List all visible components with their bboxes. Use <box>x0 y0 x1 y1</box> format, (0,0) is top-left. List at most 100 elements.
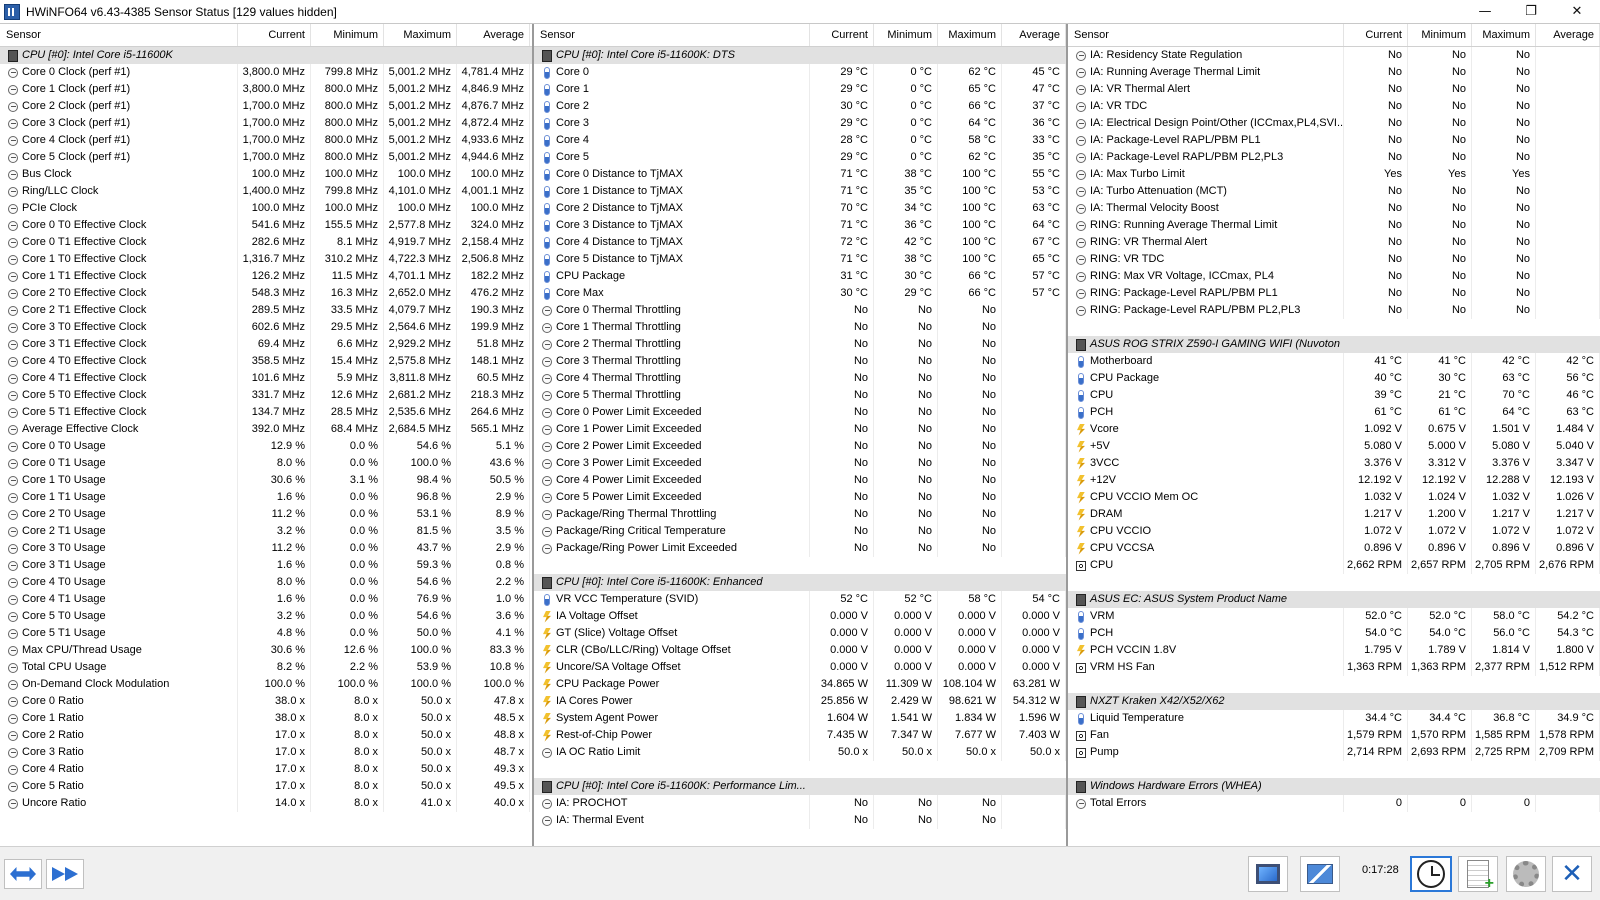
sensor-row[interactable]: +12V 12.192 V 12.192 V 12.288 V 12.193 V <box>1068 472 1600 489</box>
sensor-row[interactable]: Core 0 29 °C 0 °C 62 °C 45 °C <box>534 64 1066 81</box>
column-average[interactable]: Average <box>1536 24 1600 46</box>
column-current[interactable]: Current <box>1344 24 1408 46</box>
minimize-button[interactable]: — <box>1462 0 1508 23</box>
sensor-row[interactable]: Core 3 T1 Effective Clock 69.4 MHz 6.6 MHz… <box>0 336 532 353</box>
sensor-panel-3[interactable]: Sensor Current Minimum Maximum Average I… <box>1066 24 1600 847</box>
sensor-row[interactable]: Core 1 T0 Usage 30.6 % 3.1 % 98.4 % 50.5 % <box>0 472 532 489</box>
sensor-row[interactable]: IA: Residency State Regulation No No No <box>1068 47 1600 64</box>
sensor-row[interactable]: Core 4 Ratio 17.0 x 8.0 x 50.0 x 49.3 x <box>0 761 532 778</box>
network-button[interactable] <box>1300 856 1340 892</box>
sensor-row[interactable]: Package/Ring Critical Temperature No No No <box>534 523 1066 540</box>
sensor-row[interactable]: Core 0 T0 Usage 12.9 % 0.0 % 54.6 % 5.1 % <box>0 438 532 455</box>
sensor-row[interactable]: Package/Ring Thermal Throttling No No No <box>534 506 1066 523</box>
column-sensor[interactable]: Sensor <box>1068 24 1344 46</box>
sensor-row[interactable]: IA: VR TDC No No No <box>1068 98 1600 115</box>
sensor-row[interactable]: Core 4 Thermal Throttling No No No <box>534 370 1066 387</box>
column-maximum[interactable]: Maximum <box>1472 24 1536 46</box>
sensor-row[interactable]: Core 5 Clock (perf #1) 1,700.0 MHz 800.0 M… <box>0 149 532 166</box>
sensor-row[interactable]: Core 3 Clock (perf #1) 1,700.0 MHz 800.0 M… <box>0 115 532 132</box>
sensor-row[interactable]: RING: Package-Level RAPL/PBM PL2,PL3 No No… <box>1068 302 1600 319</box>
sensor-row[interactable]: Core 5 T1 Effective Clock 134.7 MHz 28.5 M… <box>0 404 532 421</box>
sensor-row[interactable]: IA: Package-Level RAPL/PBM PL2,PL3 No No No <box>1068 149 1600 166</box>
close-window-button[interactable]: ✕ <box>1554 0 1600 23</box>
sensor-row[interactable]: Core 1 Ratio 38.0 x 8.0 x 50.0 x 48.5 x <box>0 710 532 727</box>
sensor-row[interactable]: On-Demand Clock Modulation 100.0 % 100.0 %… <box>0 676 532 693</box>
column-maximum[interactable]: Maximum <box>938 24 1002 46</box>
column-average[interactable]: Average <box>457 24 530 46</box>
sensor-row[interactable]: Core 1 Clock (perf #1) 3,800.0 MHz 800.0 M… <box>0 81 532 98</box>
sensor-row[interactable]: Uncore/SA Voltage Offset 0.000 V 0.000 V 0.… <box>534 659 1066 676</box>
sensor-row[interactable]: VRM HS Fan 1,363 RPM 1,363 RPM 2,377 RPM 1,5… <box>1068 659 1600 676</box>
sensor-row[interactable]: Core 1 T1 Effective Clock 126.2 MHz 11.5 M… <box>0 268 532 285</box>
sensor-row[interactable]: VR VCC Temperature (SVID) 52 °C 52 °C 58 °C… <box>534 591 1066 608</box>
sensor-row[interactable]: CPU VCCIO Mem OC 1.032 V 1.024 V 1.032 V 1.0… <box>1068 489 1600 506</box>
sensor-row[interactable]: Core 5 T0 Usage 3.2 % 0.0 % 54.6 % 3.6 % <box>0 608 532 625</box>
sensor-group-header[interactable]: Windows Hardware Errors (WHEA) <box>1068 778 1600 795</box>
sensor-row[interactable]: Core 0 Thermal Throttling No No No <box>534 302 1066 319</box>
sensor-row[interactable]: CPU 39 °C 21 °C 70 °C 46 °C <box>1068 387 1600 404</box>
sensor-row[interactable]: Core Max 30 °C 29 °C 66 °C 57 °C <box>534 285 1066 302</box>
sensor-row[interactable]: IA: Max Turbo Limit Yes Yes Yes <box>1068 166 1600 183</box>
sensor-row[interactable]: Core 1 Distance to TjMAX 71 °C 35 °C 100 °C… <box>534 183 1066 200</box>
sensor-group-header[interactable]: NXZT Kraken X42/X52/X62 <box>1068 693 1600 710</box>
sensor-row[interactable]: Core 0 Clock (perf #1) 3,800.0 MHz 799.8 M… <box>0 64 532 81</box>
column-sensor[interactable]: Sensor <box>0 24 238 46</box>
sensor-row[interactable]: CPU VCCIO 1.072 V 1.072 V 1.072 V 1.072 V <box>1068 523 1600 540</box>
sensor-row[interactable]: Core 4 Clock (perf #1) 1,700.0 MHz 800.0 M… <box>0 132 532 149</box>
sensor-row[interactable]: Pump 2,714 RPM 2,693 RPM 2,725 RPM 2,709 RPM <box>1068 744 1600 761</box>
sensor-row[interactable]: Vcore 1.092 V 0.675 V 1.501 V 1.484 V <box>1068 421 1600 438</box>
sensor-group-header[interactable]: CPU [#0]: Intel Core i5-11600K: Performa… <box>534 778 1066 795</box>
column-minimum[interactable]: Minimum <box>311 24 384 46</box>
sensor-row[interactable]: Core 2 Power Limit Exceeded No No No <box>534 438 1066 455</box>
sensor-row[interactable]: Core 3 Distance to TjMAX 71 °C 36 °C 100 °C… <box>534 217 1066 234</box>
sensor-row[interactable]: Core 4 T1 Effective Clock 101.6 MHz 5.9 MH… <box>0 370 532 387</box>
sensor-row[interactable]: Core 1 Thermal Throttling No No No <box>534 319 1066 336</box>
sensor-row[interactable]: CPU 2,662 RPM 2,657 RPM 2,705 RPM 2,676 RPM <box>1068 557 1600 574</box>
sensor-row[interactable]: Core 3 T1 Usage 1.6 % 0.0 % 59.3 % 0.8 % <box>0 557 532 574</box>
sensor-row[interactable]: Max CPU/Thread Usage 30.6 % 12.6 % 100.0 % 8… <box>0 642 532 659</box>
sensor-row[interactable]: RING: Max VR Voltage, ICCmax, PL4 No No No <box>1068 268 1600 285</box>
sensor-row[interactable]: RING: Running Average Thermal Limit No No N… <box>1068 217 1600 234</box>
sensor-row[interactable]: GT (Slice) Voltage Offset 0.000 V 0.000 V0… <box>534 625 1066 642</box>
sensor-row[interactable]: Rest-of-Chip Power 7.435 W 7.347 W 7.677 W7… <box>534 727 1066 744</box>
sensor-row[interactable]: Core 4 Distance to TjMAX 72 °C 42 °C 100 °C… <box>534 234 1066 251</box>
timer-reset-button[interactable] <box>1410 856 1452 892</box>
sensor-row[interactable]: +5V 5.080 V 5.000 V 5.080 V 5.040 V <box>1068 438 1600 455</box>
column-current[interactable]: Current <box>810 24 874 46</box>
sensor-row[interactable]: IA: VR Thermal Alert No No No <box>1068 81 1600 98</box>
sensor-row[interactable]: CPU Package Power 34.865 W 11.309 W 108.104… <box>534 676 1066 693</box>
sensor-row[interactable]: Core 0 Power Limit Exceeded No No No <box>534 404 1066 421</box>
sensor-row[interactable]: System Agent Power 1.604 W 1.541 W 1.834 W1… <box>534 710 1066 727</box>
sensor-row[interactable]: Core 2 T0 Usage 11.2 % 0.0 % 53.1 % 8.9 % <box>0 506 532 523</box>
sensor-row[interactable]: PCH 54.0 °C 54.0 °C 56.0 °C 54.3 °C <box>1068 625 1600 642</box>
sensor-row[interactable]: Average Effective Clock 392.0 MHz 68.4 MHz… <box>0 421 532 438</box>
sensor-row[interactable]: PCH 61 °C 61 °C 64 °C 63 °C <box>1068 404 1600 421</box>
sensor-row[interactable]: RING: Package-Level RAPL/PBM PL1 No No No <box>1068 285 1600 302</box>
sensor-row[interactable]: Core 2 Clock (perf #1) 1,700.0 MHz 800.0 M… <box>0 98 532 115</box>
sensor-row[interactable]: Core 2 Thermal Throttling No No No <box>534 336 1066 353</box>
sensor-group-header[interactable]: ASUS EC: ASUS System Product Name <box>1068 591 1600 608</box>
column-maximum[interactable]: Maximum <box>384 24 457 46</box>
column-minimum[interactable]: Minimum <box>874 24 938 46</box>
monitor-button[interactable] <box>1248 856 1288 892</box>
sensor-row[interactable]: Core 4 28 °C 0 °C 58 °C 33 °C <box>534 132 1066 149</box>
sensor-row[interactable]: IA: Turbo Attenuation (MCT) No No No <box>1068 183 1600 200</box>
sensor-row[interactable]: Core 3 T0 Effective Clock 602.6 MHz 29.5 M… <box>0 319 532 336</box>
sensor-row[interactable]: IA: Package-Level RAPL/PBM PL1 No No No <box>1068 132 1600 149</box>
sensor-row[interactable]: Core 1 T0 Effective Clock 1,316.7 MHz 310.… <box>0 251 532 268</box>
sensor-group-header[interactable]: ASUS ROG STRIX Z590-I GAMING WIFI (Nuvot… <box>1068 336 1600 353</box>
sensor-row[interactable]: Bus Clock 100.0 MHz 100.0 MHz 100.0 MHz 100.… <box>0 166 532 183</box>
sensor-row[interactable]: Core 4 Power Limit Exceeded No No No <box>534 472 1066 489</box>
sensor-row[interactable]: DRAM 1.217 V 1.200 V 1.217 V 1.217 V <box>1068 506 1600 523</box>
sensor-row[interactable]: Total CPU Usage 8.2 % 2.2 % 53.9 % 10.8 % <box>0 659 532 676</box>
sensor-row[interactable]: Core 5 Distance to TjMAX 71 °C 38 °C 100 °C… <box>534 251 1066 268</box>
sensor-row[interactable]: Uncore Ratio 14.0 x 8.0 x 41.0 x 40.0 x <box>0 795 532 812</box>
sensor-row[interactable]: Core 5 29 °C 0 °C 62 °C 35 °C <box>534 149 1066 166</box>
sensor-row[interactable]: RING: VR Thermal Alert No No No <box>1068 234 1600 251</box>
sensor-row[interactable]: IA: Electrical Design Point/Other (ICCma… <box>1068 115 1600 132</box>
sensor-row[interactable]: Motherboard 41 °C 41 °C 42 °C 42 °C <box>1068 353 1600 370</box>
sensor-row[interactable]: 3VCC 3.376 V 3.312 V 3.376 V 3.347 V <box>1068 455 1600 472</box>
sensor-group-header[interactable]: CPU [#0]: Intel Core i5-11600K <box>0 47 532 64</box>
sensor-row[interactable]: Core 5 T0 Effective Clock 331.7 MHz 12.6 M… <box>0 387 532 404</box>
sensor-row[interactable]: PCH VCCIN 1.8V 1.795 V 1.789 V 1.814 V 1.800… <box>1068 642 1600 659</box>
